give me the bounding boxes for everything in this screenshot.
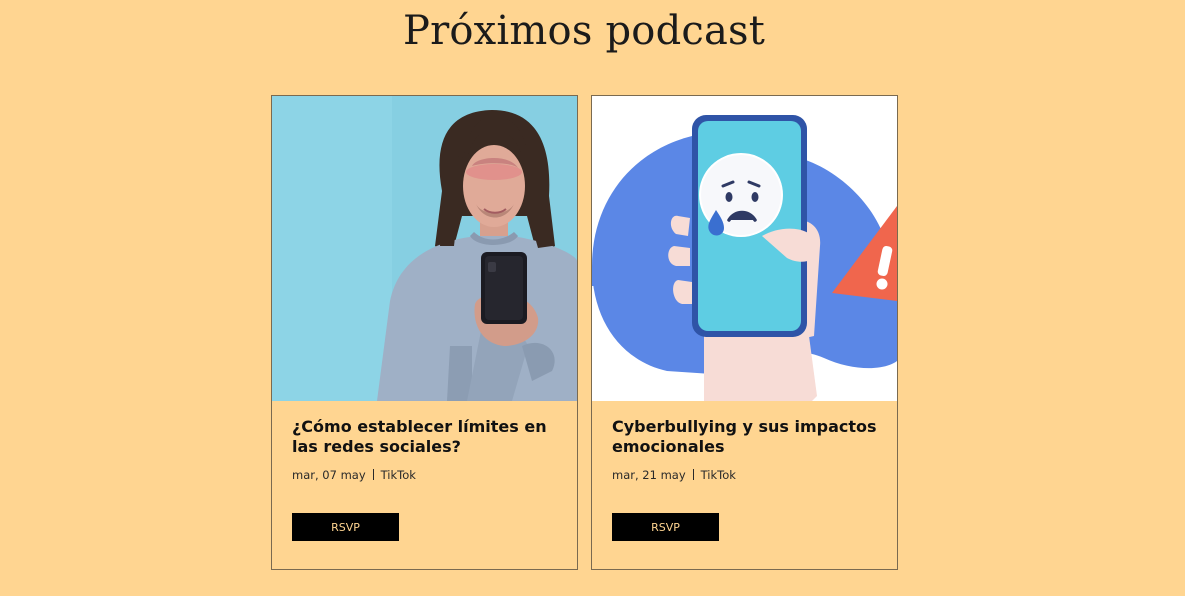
event-image-man-with-phone[interactable] (272, 96, 577, 401)
event-title[interactable]: Cyberbullying y sus impactos emocionales (612, 417, 882, 457)
event-meta: mar, 07 may TikTok (292, 468, 416, 482)
meta-divider (692, 469, 694, 480)
event-title[interactable]: ¿Cómo establecer límites en las redes so… (292, 417, 562, 457)
event-date: mar, 07 may (292, 468, 366, 482)
event-date: mar, 21 may (612, 468, 686, 482)
event-card[interactable]: ¿Cómo establecer límites en las redes so… (271, 95, 578, 570)
rsvp-button[interactable]: RSVP (612, 513, 719, 541)
page-title: Próximos podcast (402, 8, 766, 54)
rsvp-button[interactable]: RSVP (292, 513, 399, 541)
meta-divider (372, 469, 374, 480)
event-card[interactable]: Cyberbullying y sus impactos emocionales… (591, 95, 898, 570)
event-location: TikTok (380, 468, 416, 482)
event-meta: mar, 21 may TikTok (612, 468, 736, 482)
event-image-sad-phone[interactable] (592, 96, 897, 401)
event-location: TikTok (700, 468, 736, 482)
